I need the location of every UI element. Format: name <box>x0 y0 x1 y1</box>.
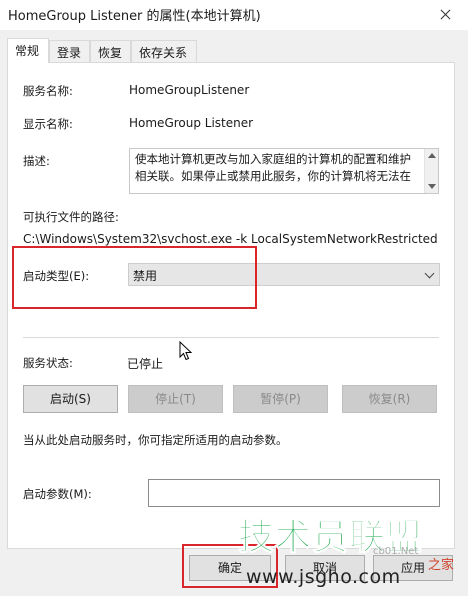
dialog-body: 常规 登录 恢复 依存关系 服务名称: HomeGroupListener 显示… <box>0 30 468 596</box>
service-name-label: 服务名称: <box>23 84 73 98</box>
mouse-pointer-icon <box>179 341 193 361</box>
cancel-button[interactable]: 取消 <box>285 555 365 581</box>
description-scrollbar[interactable] <box>424 149 438 193</box>
description-text: 使本地计算机更改与加入家庭组的计算机的配置和维护相关联。如果停止或禁用此服务，你… <box>135 152 411 183</box>
window-title: HomeGroup Listener 的属性(本地计算机) <box>8 9 261 24</box>
description-box[interactable]: 使本地计算机更改与加入家庭组的计算机的配置和维护相关联。如果停止或禁用此服务，你… <box>129 148 439 194</box>
tab-general[interactable]: 常规 <box>7 38 49 63</box>
scroll-up-icon[interactable] <box>428 153 436 158</box>
tab-logon[interactable]: 登录 <box>49 40 90 62</box>
title-bar: HomeGroup Listener 的属性(本地计算机) <box>0 0 468 30</box>
exe-path-label: 可执行文件的路径: <box>23 210 119 224</box>
stop-button[interactable]: 停止(T) <box>128 385 223 413</box>
service-status-label: 服务状态: <box>23 356 73 370</box>
tab-dependencies[interactable]: 依存关系 <box>131 40 197 62</box>
start-button[interactable]: 启动(S) <box>23 385 118 413</box>
service-status-value: 已停止 <box>127 357 164 371</box>
separator <box>23 337 439 338</box>
description-label: 描述: <box>23 154 50 168</box>
service-name-value: HomeGroupListener <box>129 83 250 97</box>
resume-button[interactable]: 恢复(R) <box>342 385 437 413</box>
chevron-down-icon <box>424 268 435 279</box>
ok-button-highlight <box>182 544 278 588</box>
pause-button[interactable]: 暂停(P) <box>233 385 328 413</box>
hint-text: 当从此处启动服务时，你可指定所适用的启动参数。 <box>23 433 288 447</box>
display-name-value: HomeGroup Listener <box>129 116 254 130</box>
apply-button[interactable]: 应用 <box>373 555 453 581</box>
tab-recovery[interactable]: 恢复 <box>90 40 131 62</box>
startup-type-highlight <box>12 246 257 309</box>
scroll-down-icon[interactable] <box>428 184 436 189</box>
close-icon[interactable] <box>422 0 468 30</box>
exe-path-value: C:\Windows\System32\svchost.exe -k Local… <box>23 232 438 246</box>
display-name-label: 显示名称: <box>23 117 73 131</box>
start-params-input[interactable] <box>148 479 440 507</box>
start-params-label: 启动参数(M): <box>23 487 92 501</box>
